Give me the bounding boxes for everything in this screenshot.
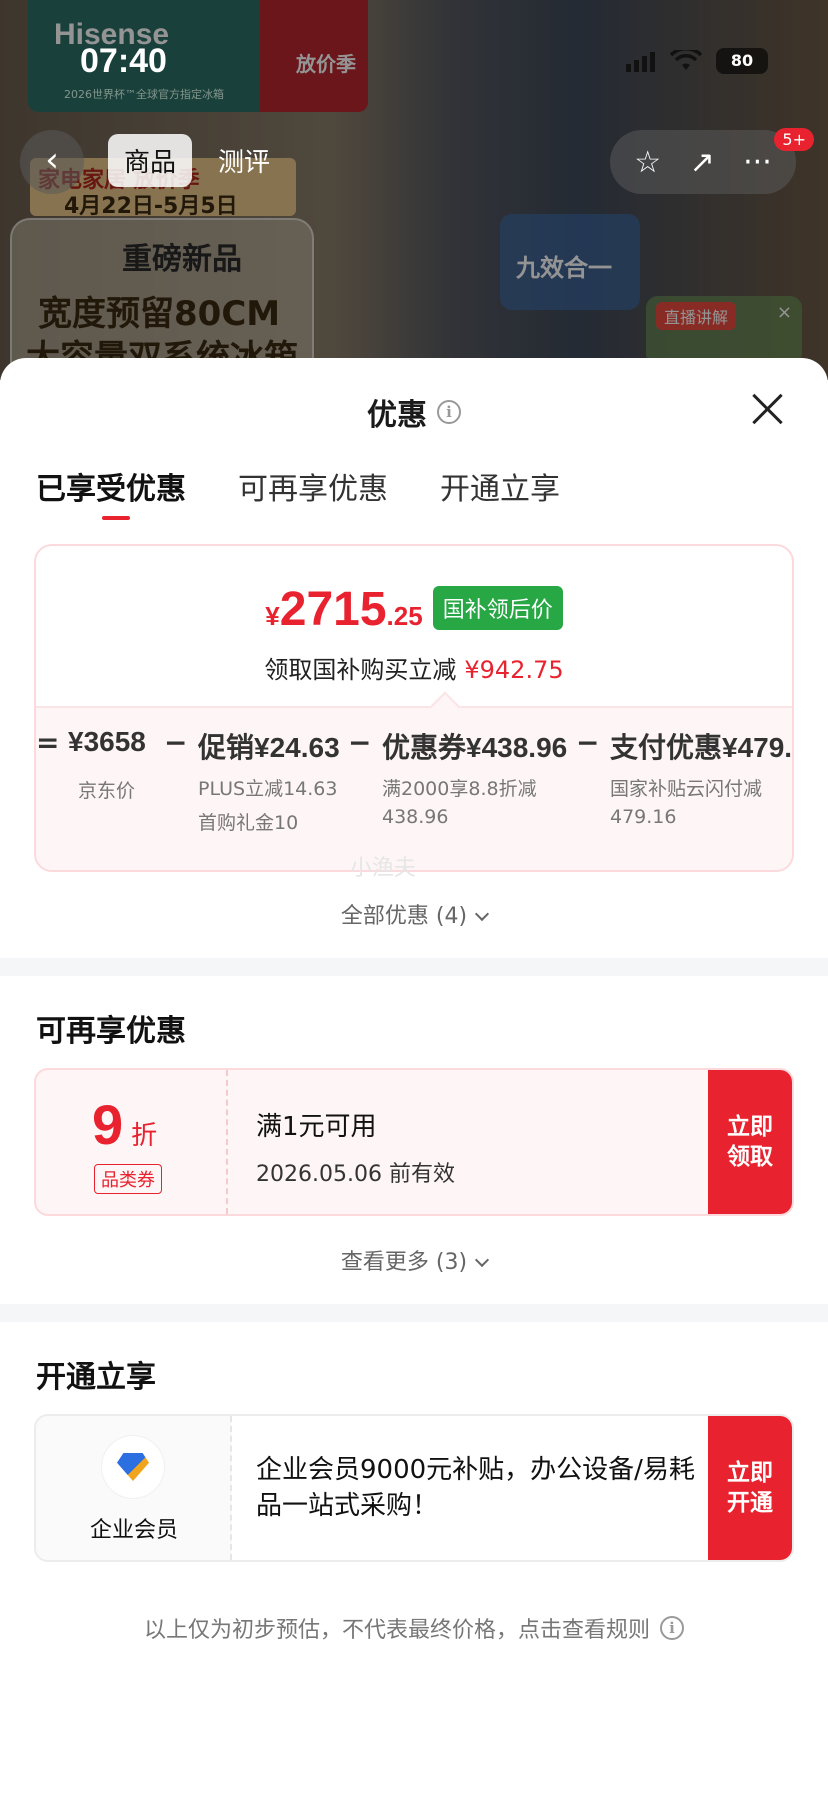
final-price: ¥2715.25 国补领后价 — [36, 582, 792, 638]
nav-tab-product[interactable]: 商品 — [108, 134, 193, 187]
gov-subsidy-badge: 国补领后价 — [432, 586, 563, 630]
nav-actions: ☆ ↗ ··· — [610, 130, 796, 194]
coupon-validity: 2026.05.06 前有效 — [256, 1162, 455, 1187]
coupon-type-badge: 品类券 — [94, 1164, 162, 1194]
claim-coupon-button[interactable]: 立即 领取 — [708, 1070, 792, 1214]
coupon-condition: 满1元可用 — [256, 1112, 377, 1142]
close-button[interactable] — [750, 392, 784, 426]
final-price-integer: 2715 — [279, 583, 387, 636]
coupon-discount: 9折 — [92, 1092, 157, 1157]
info-icon[interactable]: i — [660, 1616, 684, 1640]
minus-sign: − — [164, 726, 188, 759]
activate-title: 开通立享 — [36, 1360, 156, 1395]
member-label: 企业会员 — [89, 1518, 178, 1543]
watermark: 小渔夫 — [350, 856, 417, 881]
all-discounts-label: 全部优惠 (4) — [340, 904, 468, 929]
more-available-title: 可再享优惠 — [36, 1014, 186, 1049]
final-price-value: ¥2715.25 — [265, 582, 422, 637]
footnote-text: 以上仅为初步预估，不代表最终价格，点击查看规则 — [143, 1618, 650, 1643]
coupon-sub-1: 满2000享8.8折减 — [382, 778, 537, 800]
discount-tabs: 已享受优惠 可再享优惠 开通立享 — [36, 464, 560, 522]
battery-icon: 80 — [716, 48, 768, 74]
coupon-left: 9折 品类券 — [36, 1070, 228, 1214]
final-price-decimal: .25 — [386, 601, 423, 631]
promo-line-1: 宽度预留80CM — [38, 294, 281, 334]
more-icon[interactable]: ··· — [743, 145, 772, 180]
member-description: 企业会员9000元补贴，办公设备/易耗品一站式采购！ — [256, 1455, 695, 1521]
coupon-amount: 优惠券¥438.96 — [382, 732, 568, 763]
back-button[interactable]: ‹ — [20, 130, 84, 194]
saving-text: 领取国补购买立减 — [264, 656, 457, 684]
price-breakdown: = ¥3658 京东价 − 促销¥24.63 PLUS立减14.63 首购礼金1… — [36, 722, 793, 842]
coupon-sub-2: 438.96 — [382, 806, 449, 828]
jd-price: ¥3658 — [68, 726, 146, 757]
see-more-label: 查看更多 (3) — [340, 1250, 468, 1275]
saving-line: 领取国补购买立减 ¥942.75 — [36, 650, 792, 685]
info-icon[interactable]: i — [437, 400, 461, 424]
minus-sign: − — [576, 726, 600, 759]
promo-sub-2: 首购礼金10 — [198, 812, 299, 834]
saving-amount: ¥942.75 — [464, 656, 564, 684]
section-divider — [0, 1304, 828, 1322]
jd-price-label: 京东价 — [78, 780, 136, 802]
brand-banner: Hisense 2026世界杯™全球官方指定冰箱 放价季 — [28, 0, 368, 112]
enterprise-member-logo-icon — [102, 1436, 164, 1498]
final-price-currency: ¥ — [265, 601, 280, 631]
sheet-title: 优惠 i — [0, 390, 828, 434]
payment-discount-amount: 支付优惠¥479.16 — [610, 732, 793, 763]
brand-tag: 放价季 — [296, 52, 356, 76]
wifi-icon — [670, 50, 702, 70]
share-icon[interactable]: ↗ — [690, 145, 715, 180]
live-tag: 直播讲解 — [656, 302, 737, 330]
status-time: 07:40 — [80, 42, 167, 80]
signal-icon — [626, 50, 656, 72]
coupon-discount-value: 9 — [92, 1093, 124, 1156]
activate-member-button[interactable]: 立即 开通 — [708, 1416, 792, 1560]
chevron-down-icon — [475, 906, 490, 922]
section-divider — [0, 958, 828, 976]
promo-date: 4月22日-5月5日 — [64, 194, 238, 219]
sheet-title-text: 优惠 — [367, 398, 427, 433]
fridge-badge: 九效合一 — [500, 214, 640, 310]
payment-sub-2: 479.16 — [610, 806, 677, 828]
category-coupon-card: 9折 品类券 满1元可用 2026.05.06 前有效 立即 领取 — [34, 1068, 794, 1216]
all-discounts-toggle[interactable]: 全部优惠 (4) — [0, 898, 828, 930]
coupon-discount-unit: 折 — [131, 1120, 158, 1150]
member-left: 企业会员 — [36, 1416, 232, 1560]
chevron-down-icon — [475, 1252, 490, 1268]
equals-sign: = — [36, 726, 60, 759]
brand-subtitle: 2026世界杯™全球官方指定冰箱 — [64, 88, 224, 101]
enterprise-member-card: 企业会员 企业会员9000元补贴，办公设备/易耗品一站式采购！ 立即 开通 — [34, 1414, 794, 1562]
nav-tab-review[interactable]: 测评 — [202, 134, 286, 187]
promo-sub-1: PLUS立减14.63 — [198, 778, 338, 800]
payment-sub-1: 国家补贴云闪付减 — [610, 778, 763, 800]
promo-card: 重磅新品 宽度预留80CM 大容量双系统冰箱 — [10, 218, 314, 380]
see-more-toggle[interactable]: 查看更多 (3) — [0, 1244, 828, 1276]
tab-activate[interactable]: 开通立享 — [440, 464, 560, 522]
status-icons: 80 — [626, 48, 768, 74]
live-close-icon[interactable]: × — [777, 302, 792, 323]
rules-footnote[interactable]: 以上仅为初步预估，不代表最终价格，点击查看规则 i — [0, 1612, 828, 1644]
brand-tag-box — [260, 0, 368, 112]
nav-tabs: 商品 测评 — [108, 134, 286, 187]
minus-sign: − — [348, 726, 372, 759]
discount-sheet: 优惠 i 已享受优惠 可再享优惠 开通立享 ¥2715.25 国补领后价 领取国… — [0, 358, 828, 1796]
enjoyed-discount-card: ¥2715.25 国补领后价 领取国补购买立减 ¥942.75 = ¥3658 京… — [34, 544, 794, 872]
fridge-badge-text: 九效合一 — [516, 254, 612, 282]
tab-more-available[interactable]: 可再享优惠 — [238, 464, 388, 522]
favorite-star-icon[interactable]: ☆ — [634, 145, 661, 180]
tab-enjoyed[interactable]: 已享受优惠 — [36, 464, 186, 522]
live-badge[interactable]: 直播讲解 × — [646, 296, 802, 366]
message-badge: 5+ — [774, 128, 814, 151]
promo-new: 重磅新品 — [122, 242, 242, 277]
promo-amount: 促销¥24.63 — [198, 732, 340, 763]
